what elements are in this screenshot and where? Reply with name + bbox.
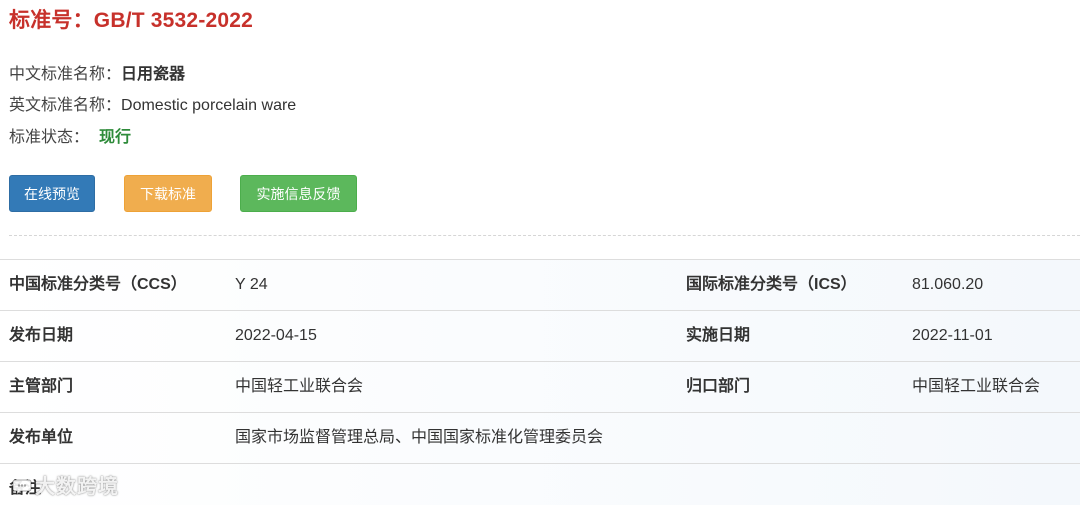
english-name-value: Domestic porcelain ware <box>121 97 297 114</box>
english-name-row: 英文标准名称：Domestic porcelain ware <box>9 91 296 115</box>
ics-value: 81.060.20 <box>912 276 984 293</box>
status-row: 标准状态： 现行 <box>9 123 131 147</box>
download-standard-button[interactable]: 下载标准 <box>124 175 212 212</box>
table-row: 发布单位 国家市场监督管理总局、中国国家标准化管理委员会 <box>0 413 1080 464</box>
publisher-label: 发布单位 <box>9 429 74 446</box>
details-table: 中国标准分类号（CCS） Y 24 国际标准分类号（ICS） 81.060.20… <box>0 259 1080 505</box>
status-label: 标准状态： <box>9 129 90 146</box>
english-name-label: 英文标准名称： <box>9 97 122 114</box>
online-preview-button[interactable]: 在线预览 <box>9 175 95 212</box>
chinese-name-value: 日用瓷器 <box>121 66 186 83</box>
speech-bubble-icon <box>12 479 32 495</box>
standard-detail-page: 标准号：GB/T 3532-2022 中文标准名称：日用瓷器 英文标准名称：Do… <box>0 0 1080 505</box>
implementation-feedback-button[interactable]: 实施信息反馈 <box>240 175 357 212</box>
publish-date-value: 2022-04-15 <box>235 327 317 344</box>
watermark: 大数跨境 <box>12 470 119 499</box>
implement-date-label: 实施日期 <box>686 327 751 344</box>
table-row: 备注 <box>0 464 1080 505</box>
publisher-value: 国家市场监督管理总局、中国国家标准化管理委员会 <box>235 429 604 446</box>
competent-dept-value: 中国轻工业联合会 <box>235 378 364 395</box>
publish-date-label: 发布日期 <box>9 327 74 344</box>
responsible-dept-label: 归口部门 <box>686 378 751 395</box>
chinese-name-row: 中文标准名称：日用瓷器 <box>9 60 185 84</box>
watermark-text: 大数跨境 <box>35 476 119 498</box>
status-badge: 现行 <box>99 129 132 146</box>
table-row: 主管部门 中国轻工业联合会 归口部门 中国轻工业联合会 <box>0 362 1080 413</box>
table-row: 中国标准分类号（CCS） Y 24 国际标准分类号（ICS） 81.060.20 <box>0 260 1080 311</box>
section-divider <box>9 235 1080 236</box>
table-row: 发布日期 2022-04-15 实施日期 2022-11-01 <box>0 311 1080 362</box>
implement-date-value: 2022-11-01 <box>912 327 993 344</box>
ics-label: 国际标准分类号（ICS） <box>686 276 857 293</box>
ccs-label: 中国标准分类号（CCS） <box>9 276 187 293</box>
responsible-dept-value: 中国轻工业联合会 <box>912 378 1041 395</box>
ccs-value: Y 24 <box>235 276 268 293</box>
chinese-name-label: 中文标准名称： <box>9 66 122 83</box>
competent-dept-label: 主管部门 <box>9 378 74 395</box>
page-title: 标准号：GB/T 3532-2022 <box>9 9 254 32</box>
